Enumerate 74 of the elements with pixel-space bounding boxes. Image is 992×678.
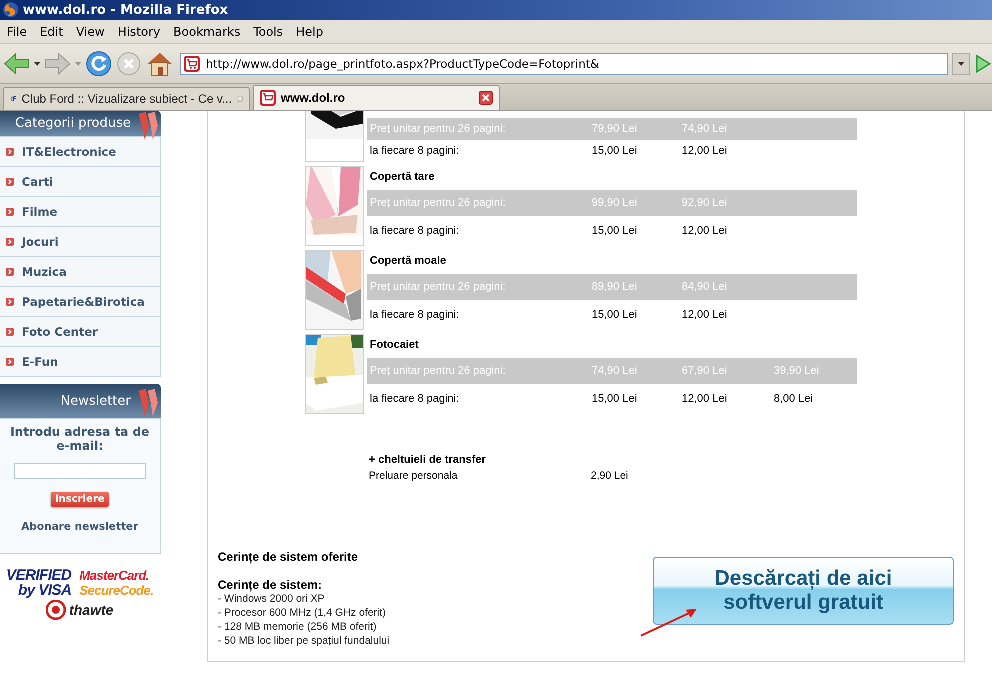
price: 12,00 Lei [682,309,728,321]
price-label: la fiecare 8 pagini: [370,145,460,157]
chevron-icon [6,328,14,336]
chevron-icon [6,238,14,246]
caret-icon [958,62,964,66]
ribbon-icon [137,389,159,419]
price-label: la fiecare 8 pagini: [370,309,460,321]
browser-tab[interactable]: www.dol.ro [253,85,500,110]
close-icon[interactable] [479,91,493,105]
panel-title: Categorii produse [15,116,131,131]
price: 2,90 Lei [591,470,630,482]
price: 8,00 Lei [774,393,814,405]
section-title: Cerințe de sistem oferite [218,550,360,564]
price: 15,00 Lei [592,225,638,237]
securecode-logo: MasterCard. SecureCode. [80,568,154,598]
home-icon[interactable] [146,50,174,76]
price: 12,00 Lei [682,145,728,157]
product-name: Copertă moale [369,254,448,269]
category-link[interactable]: Carti [0,167,160,197]
newsletter-link[interactable]: Abonare newsletter [22,521,138,533]
download-button[interactable]: Descărcați de aici softverul gratuit [653,557,954,625]
price: 15,00 Lei [592,145,638,157]
category-link[interactable]: Papetarie&Birotica [0,287,160,317]
product-name: Copertă tare [369,170,436,185]
newsletter-prompt: Introdu adresa ta de e-mail: [10,425,150,453]
category-link[interactable]: Muzica [0,257,160,287]
price: 12,00 Lei [682,393,728,405]
panel-title: Newsletter [60,394,131,408]
thawte-logo: thawte [46,600,114,620]
menu-item[interactable]: View [71,24,113,38]
chevron-icon [6,358,14,366]
category-link[interactable]: IT&Electronice [0,137,160,167]
menu-item[interactable]: Help [291,24,332,38]
menu-item[interactable]: Tools [248,24,292,38]
chevron-icon [6,148,14,156]
category-link[interactable]: E-Fun [0,347,160,376]
requirements-heading: Cerințe de sistem: [218,578,324,592]
chevron-icon [6,298,14,306]
ribbon-icon [137,112,159,142]
pointer-arrow [640,608,698,638]
fee-label: Preluare personala [369,470,459,482]
reload-icon[interactable] [86,50,112,76]
requirement-item: - Windows 2000 ori XP [218,592,326,606]
cart-icon [184,56,200,72]
category-link[interactable]: Filme [0,197,160,227]
category-link[interactable]: Jocuri [0,227,160,257]
subscribe-button[interactable]: Inscriere [51,492,109,507]
chevron-icon [6,208,14,216]
menu-item[interactable]: Bookmarks [168,24,249,38]
price-label: la fiecare 8 pagini: [370,225,460,237]
address-field[interactable]: http://www.dol.ro/page_printfoto.aspx?ProductTypeCode=Fotoprint& [180,52,948,74]
requirement-item: - Procesor 600 MHz (1,4 GHz oferit) [218,606,388,620]
menu-item[interactable]: History [112,24,169,38]
browser-icon [3,2,19,18]
caret-icon[interactable] [34,62,41,66]
cart-icon [260,90,276,106]
verified-by-visa-logo: VERIFIED by VISA [6,568,72,598]
menu-item[interactable]: File [2,24,36,38]
window-title: www.dol.ro - Mozilla Firefox [23,2,228,18]
history-dropdown[interactable] [952,52,970,74]
chevron-icon [6,268,14,276]
menu-item[interactable]: Edit [35,24,72,38]
requirement-item: - 128 MB memorie (256 MB oferit) [218,620,378,634]
price: 12,00 Lei [682,225,728,237]
category-link[interactable]: Foto Center [0,317,160,347]
requirement-item: - 50 MB loc liber pe spațiul fundalului [218,634,390,648]
chevron-icon [6,178,14,186]
product-name: Fotocaiet [369,338,420,353]
browser-tab[interactable]: Club Ford :: Vizualizare subiect - Ce v... [3,87,250,110]
email-field[interactable] [14,463,146,479]
price: 15,00 Lei [592,309,638,321]
price: 15,00 Lei [592,393,638,405]
section-title: + cheltuieli de transfer [369,454,488,466]
price-label: la fiecare 8 pagini: [370,393,460,405]
